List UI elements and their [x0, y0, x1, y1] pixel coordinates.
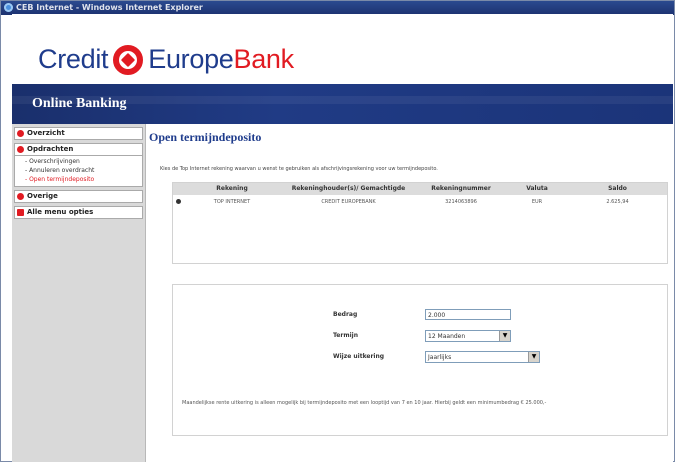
sidebar-item-label: Alle menu opties — [27, 208, 94, 216]
window-titlebar[interactable]: CEB Internet - Windows Internet Explorer — [1, 1, 674, 15]
sidebar-submenu: - Overschrijvingen - Annuleren overdrach… — [14, 156, 143, 187]
sidebar-item-label: Overige — [27, 192, 58, 200]
sidebar-subitem-annuleren[interactable]: - Annuleren overdracht — [15, 166, 142, 175]
sidebar-item-overige[interactable]: Overige — [14, 190, 143, 203]
header-logo-area: Credit EuropeBank — [12, 14, 673, 84]
logo-word-bank: Bank — [233, 44, 295, 74]
cell-houder: CREDIT EUROPEBANK — [321, 199, 376, 205]
bedrag-input[interactable]: 2.000 — [425, 309, 511, 320]
sidebar-item-opdrachten[interactable]: Opdrachten — [14, 143, 143, 156]
sidebar-subitem-overschrijvingen[interactable]: - Overschrijvingen — [15, 157, 142, 166]
red-bullet-icon — [17, 146, 24, 153]
sidebar-subitem-open-termijndeposito[interactable]: - Open termijndeposito — [15, 175, 142, 184]
header-spacer — [173, 183, 183, 195]
col-rekeninghouder: Rekeninghouder(s)/ Gemachtigde — [291, 185, 406, 192]
cell-nummer: 3214063896 — [445, 199, 477, 205]
termijn-label: Termijn — [333, 332, 358, 339]
account-table-panel: Rekening Rekeninghouder(s)/ Gemachtigde … — [172, 182, 668, 264]
radio-selected-icon — [175, 199, 181, 204]
form-note: Maandelijkse rente uitkering is alleen m… — [182, 400, 547, 406]
chevron-down-icon[interactable]: ▼ — [499, 331, 510, 341]
chevron-down-icon[interactable]: ▼ — [528, 352, 539, 362]
cell-valuta: EUR — [531, 199, 543, 205]
cell-saldo: 2.625,94 — [606, 199, 629, 205]
sidebar: Overzicht Opdrachten - Overschrijvingen … — [12, 124, 146, 462]
logo-ring-icon — [113, 45, 144, 75]
red-bullet-icon — [17, 193, 24, 200]
sidebar-item-overzicht[interactable]: Overzicht — [14, 127, 143, 140]
account-radio[interactable] — [173, 197, 183, 207]
termijn-value: 12 Maanden — [428, 333, 466, 340]
col-rekeningnummer: Rekeningnummer — [431, 185, 491, 192]
sidebar-item-label: Overzicht — [27, 129, 65, 137]
cell-rekening: TOP INTERNET — [213, 199, 251, 205]
online-banking-banner: Online Banking — [12, 84, 673, 124]
col-rekening: Rekening — [216, 185, 248, 192]
termijn-select[interactable]: 12 Maanden ▼ — [425, 330, 511, 342]
ie-browser-icon — [4, 3, 13, 12]
logo-word-credit: Credit — [38, 44, 109, 74]
sidebar-item-label: Opdrachten — [27, 145, 74, 153]
bank-logo[interactable]: Credit EuropeBank — [38, 44, 294, 75]
col-saldo: Saldo — [608, 185, 627, 192]
logo-word-europe: Europe — [148, 44, 234, 74]
page-title: Open termijndeposito — [149, 130, 262, 144]
table-header: Rekening Rekeninghouder(s)/ Gemachtigde … — [173, 183, 667, 195]
sidebar-item-alle-menu-opties[interactable]: Alle menu opties — [14, 206, 143, 219]
deposit-form-panel: Bedrag 2.000 Termijn 12 Maanden ▼ Wijze … — [172, 284, 668, 436]
banner-title: Online Banking — [32, 96, 127, 111]
menu-square-icon — [17, 209, 24, 216]
window-title: CEB Internet - Windows Internet Explorer — [16, 3, 203, 12]
table-row[interactable]: TOP INTERNET CREDIT EUROPEBANK 321406389… — [173, 197, 667, 207]
col-valuta: Valuta — [526, 185, 548, 192]
uitkering-select[interactable]: Jaarlijks ▼ — [425, 351, 540, 363]
intro-text: Kies de Top Internet rekening waarvan u … — [160, 166, 438, 172]
red-bullet-icon — [17, 130, 24, 137]
main-content: Open termijndeposito Kies de Top Interne… — [146, 124, 673, 462]
wijze-uitkering-label: Wijze uitkering — [333, 353, 385, 360]
bedrag-label: Bedrag — [333, 311, 358, 318]
uitkering-value: Jaarlijks — [428, 354, 452, 361]
